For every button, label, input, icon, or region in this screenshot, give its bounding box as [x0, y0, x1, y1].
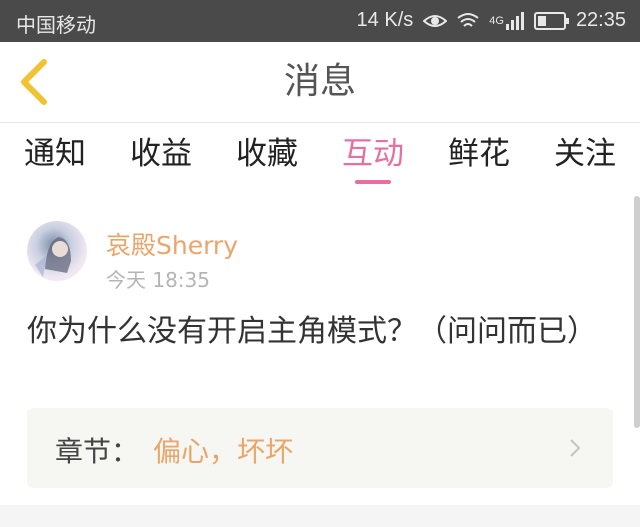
active-tab-indicator — [355, 180, 391, 184]
tab-notifications[interactable]: 通知 — [24, 123, 86, 188]
status-bar-right: 14 K/s 4G 22:35 — [357, 9, 626, 32]
network-speed: 14 K/s — [356, 9, 414, 31]
tab-favorites[interactable]: 收藏 — [236, 123, 298, 188]
carrier-name: 中国移动 — [16, 15, 96, 37]
message-card: 哀殿Sherry 今天 18:35 你为什么没有开启主角模式？（问问而已） 章节… — [0, 188, 640, 527]
wifi-icon — [457, 12, 479, 27]
eye-icon — [423, 14, 448, 27]
status-bar: 中国移动 14 K/s 4G 22:35 — [0, 0, 640, 42]
battery-icon — [533, 11, 569, 30]
tab-flowers[interactable]: 鲜花 — [448, 123, 510, 188]
tab-interactions[interactable]: 互动 — [342, 123, 404, 188]
chapter-label: 章节： — [55, 435, 140, 468]
app-header: 消息 — [0, 42, 640, 123]
message-time: 今天 18:35 — [106, 268, 210, 292]
scrollbar[interactable] — [634, 196, 640, 428]
tab-following[interactable]: 关注 — [554, 123, 616, 188]
network-type: 4G — [489, 14, 504, 27]
avatar[interactable] — [27, 221, 87, 281]
chevron-right-icon — [570, 439, 581, 457]
chapter-link[interactable]: 章节： 偏心，坏坏 — [27, 408, 613, 488]
signal-strength-icon — [505, 11, 524, 30]
author-name[interactable]: 哀殿Sherry — [106, 226, 238, 262]
message-content: 你为什么没有开启主角模式？（问问而已） — [27, 314, 597, 349]
next-item-edge — [0, 505, 640, 527]
chapter-title: 偏心，坏坏 — [153, 435, 294, 468]
message-tabs: 通知 收益 收藏 互动 鲜花 关注 — [0, 123, 640, 188]
tab-earnings[interactable]: 收益 — [130, 123, 192, 188]
clock: 22:35 — [575, 9, 626, 31]
page-title: 消息 — [283, 61, 356, 102]
